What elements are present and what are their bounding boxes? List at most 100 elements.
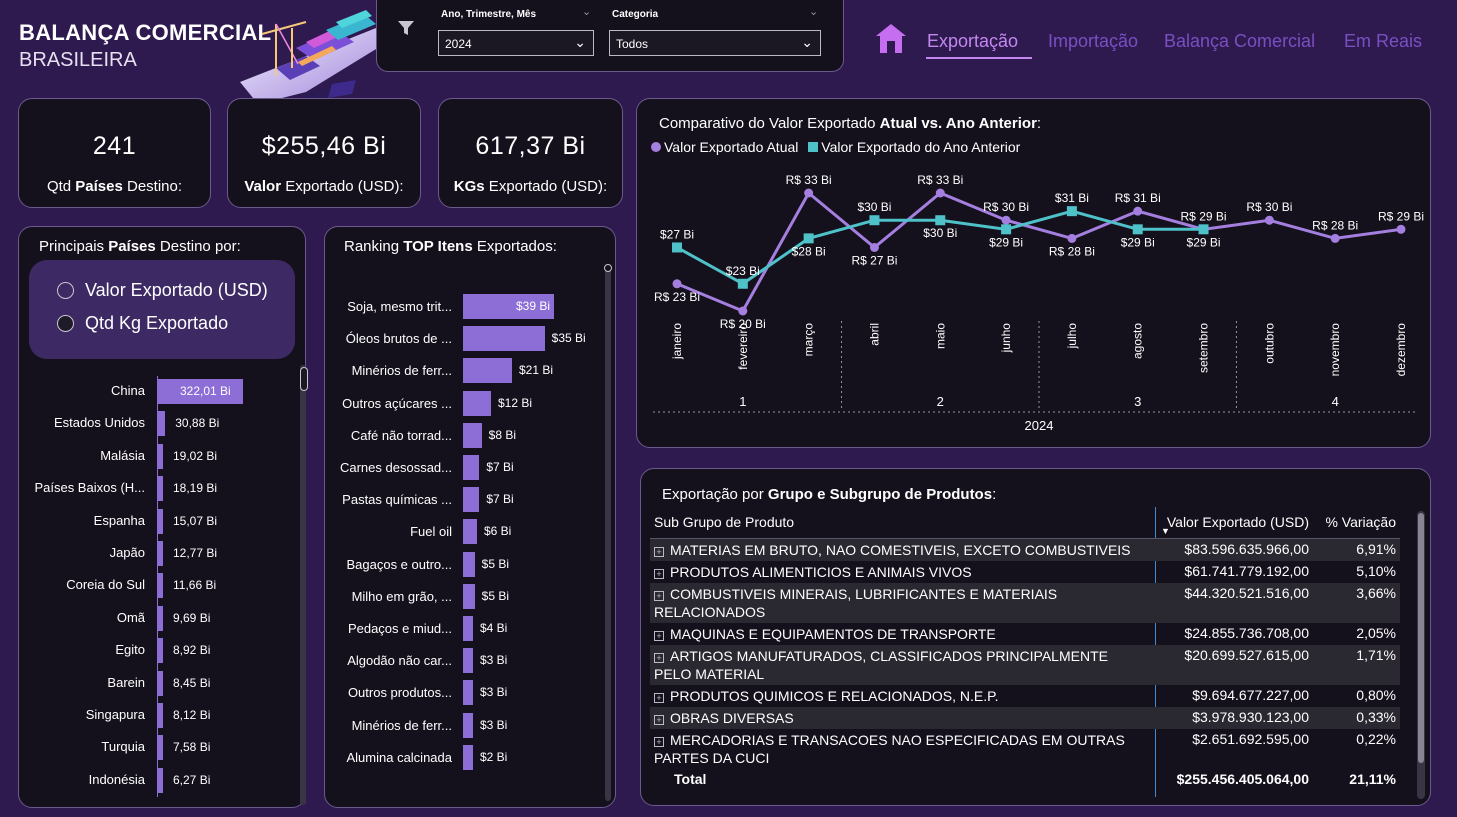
expand-icon[interactable]: + xyxy=(654,630,664,641)
table-row[interactable]: + PRODUTOS QUIMICOS E RELACIONADOS, N.E.P… xyxy=(650,685,1400,707)
bar-value-label: 7,58 Bi xyxy=(173,740,211,755)
option-qtd-kg[interactable]: Qtd Kg Exportado xyxy=(57,313,228,334)
table-row[interactable]: + MATERIAS EM BRUTO, NAO COMESTIVEIS, EXC… xyxy=(650,538,1400,561)
period-collapse-icon[interactable]: ⌄ xyxy=(582,5,591,18)
bar[interactable] xyxy=(463,712,473,738)
bar[interactable] xyxy=(463,680,473,706)
scrollbar-thumb[interactable] xyxy=(300,367,308,391)
bar-value-label: 6,27 Bi xyxy=(173,772,211,787)
scrollbar-track[interactable] xyxy=(300,365,306,805)
x-tick-label: abril xyxy=(867,323,881,346)
table-row[interactable]: + COMBUSTIVEIS MINERAIS, LUBRIFICANTES E … xyxy=(650,582,1400,623)
bar[interactable] xyxy=(157,703,163,728)
bar-label: Óleos brutos de ... xyxy=(345,331,452,347)
bar-label: Alumina calcinada xyxy=(346,749,452,765)
bar[interactable] xyxy=(157,443,163,469)
dashboard-subtitle: BRASILEIRA xyxy=(19,49,137,71)
tab-exportacao[interactable]: Exportação xyxy=(927,31,1018,52)
tab-balanca-comercial[interactable]: Balança Comercial xyxy=(1164,31,1315,52)
data-label: $29 Bi xyxy=(1121,235,1155,249)
kpi-label: Qtd Países Destino: xyxy=(46,178,183,195)
expand-icon[interactable]: + xyxy=(654,736,664,747)
bar[interactable] xyxy=(463,616,473,641)
year-label: 2024 xyxy=(1025,418,1054,433)
bar[interactable] xyxy=(463,583,475,609)
bar[interactable] xyxy=(157,605,163,631)
bar[interactable] xyxy=(157,638,163,664)
filter-icon[interactable] xyxy=(397,19,415,37)
scrollbar-thumb[interactable] xyxy=(604,264,612,272)
column-header-variation[interactable]: % Variação xyxy=(1313,506,1400,538)
value-cell: $44.320.521.516,00 xyxy=(1153,582,1313,623)
bar-value-label: 322,01 Bi xyxy=(180,384,231,398)
table-row[interactable]: + MERCADORIAS E TRANSACOES NAO ESPECIFICA… xyxy=(650,729,1400,769)
bar[interactable] xyxy=(463,648,473,674)
data-point xyxy=(1066,206,1077,217)
bar[interactable] xyxy=(157,508,163,534)
bar-label: Café não torrad... xyxy=(350,427,452,443)
variation-cell: 5,10% xyxy=(1356,562,1396,579)
bar[interactable] xyxy=(157,573,163,599)
table-row[interactable]: + PRODUTOS ALIMENTICIOS E ANIMAIS VIVOS $6… xyxy=(650,561,1400,583)
category-collapse-icon[interactable]: ⌄ xyxy=(809,5,818,18)
data-point xyxy=(1001,224,1012,235)
column-header-subgroup[interactable]: Sub Grupo de Produto xyxy=(650,506,1153,538)
bar-value-label: 9,69 Bi xyxy=(173,610,211,625)
radio-button-selected[interactable] xyxy=(57,315,74,332)
data-point xyxy=(738,306,748,316)
tab-importacao[interactable]: Importação xyxy=(1048,31,1138,52)
bar[interactable] xyxy=(463,519,477,545)
data-point xyxy=(1198,224,1209,235)
bar[interactable] xyxy=(157,735,163,761)
bar[interactable] xyxy=(157,541,163,566)
chevron-down-icon: ⌄ xyxy=(574,34,586,50)
expand-icon[interactable]: + xyxy=(654,714,664,725)
value-cell: $2.651.692.595,00 xyxy=(1192,730,1309,747)
expand-icon[interactable]: + xyxy=(654,692,664,703)
data-point xyxy=(935,188,945,198)
data-point xyxy=(1067,233,1077,243)
bar[interactable] xyxy=(463,390,491,416)
bar-value-label: $2 Bi xyxy=(480,749,508,764)
scrollbar-track[interactable] xyxy=(605,267,611,801)
bar[interactable] xyxy=(463,744,473,770)
series-line xyxy=(676,190,1402,313)
bar[interactable] xyxy=(157,476,163,502)
data-label: R$ 27 Bi xyxy=(851,253,897,267)
expand-icon[interactable]: + xyxy=(654,546,664,557)
period-select[interactable]: 2024 ⌄ xyxy=(438,30,594,56)
bar-value-label: 8,45 Bi xyxy=(173,675,211,690)
home-icon[interactable] xyxy=(875,22,907,54)
value-cell: $9.694.677.227,00 xyxy=(1192,686,1309,703)
data-label: $31 Bi xyxy=(1055,191,1089,205)
bar[interactable] xyxy=(463,455,480,480)
bar[interactable] xyxy=(157,670,163,696)
category-select[interactable]: Todos ⌄ xyxy=(609,30,821,56)
option-valor-exportado[interactable]: Valor Exportado (USD) xyxy=(57,280,268,301)
bar[interactable] xyxy=(463,551,475,577)
tab-em-reais[interactable]: Em Reais xyxy=(1344,31,1422,52)
expand-icon[interactable]: + xyxy=(654,652,664,663)
bar[interactable] xyxy=(463,422,482,448)
bar[interactable] xyxy=(157,411,166,437)
expand-icon[interactable]: + xyxy=(654,568,664,579)
bar[interactable] xyxy=(463,358,512,384)
variation-cell: 0,22% xyxy=(1356,730,1396,747)
subgroup-cell: + COMBUSTIVEIS MINERAIS, LUBRIFICANTES E … xyxy=(650,582,1153,623)
data-point xyxy=(672,279,682,289)
bar[interactable] xyxy=(463,487,480,513)
total-variation: 21,11% xyxy=(1349,770,1396,787)
bar[interactable] xyxy=(157,767,163,793)
bar-label: Algodão não car... xyxy=(347,653,452,669)
expand-icon[interactable]: + xyxy=(654,590,664,601)
bar[interactable] xyxy=(463,326,545,352)
subgroup-name: MAQUINAS E EQUIPAMENTOS DE TRANSPORTE xyxy=(670,625,996,642)
radio-button[interactable] xyxy=(57,282,74,299)
table-row[interactable]: + ARTIGOS MANUFATURADOS, CLASSIFICADOS PR… xyxy=(650,644,1400,685)
table-row[interactable]: + MAQUINAS E EQUIPAMENTOS DE TRANSPORTE $2… xyxy=(650,623,1400,645)
total-label: Total xyxy=(674,770,707,787)
scrollbar-thumb[interactable] xyxy=(1418,513,1424,763)
x-tick-label: junho xyxy=(999,323,1013,354)
table-row[interactable]: + OBRAS DIVERSAS $3.978.930.123,00 0,33% xyxy=(650,706,1400,729)
column-header-value[interactable]: Valor Exportado (USD) ▼ xyxy=(1153,506,1313,538)
